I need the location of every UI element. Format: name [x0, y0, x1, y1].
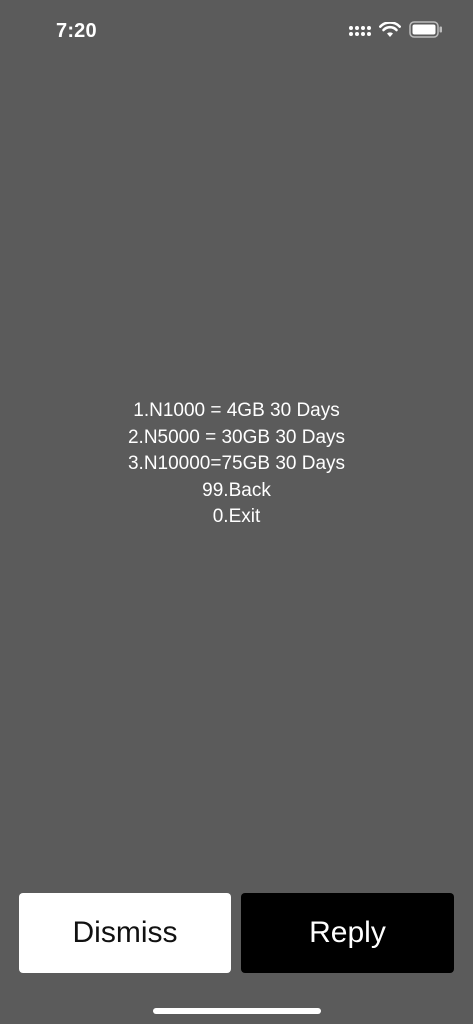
- reply-button[interactable]: Reply: [241, 893, 454, 973]
- dismiss-button[interactable]: Dismiss: [19, 893, 231, 973]
- status-bar: 7:20: [0, 0, 473, 60]
- wifi-icon: [379, 21, 401, 38]
- cellular-signal-icon: [349, 25, 371, 36]
- battery-icon: [409, 21, 443, 38]
- ussd-message: 1.N1000 = 4GB 30 Days 2.N5000 = 30GB 30 …: [0, 398, 473, 531]
- ussd-option-exit: 0.Exit: [212, 506, 261, 528]
- ussd-option-back: 99.Back: [202, 479, 271, 501]
- ussd-option-3: 3.N10000=75GB 30 Days: [127, 453, 346, 475]
- status-icons: [349, 21, 443, 38]
- ussd-option-1: 1.N1000 = 4GB 30 Days: [133, 400, 340, 421]
- status-time: 7:20: [56, 20, 97, 42]
- home-indicator[interactable]: [153, 1008, 321, 1014]
- action-buttons: Dismiss Reply: [19, 893, 454, 973]
- ussd-option-2: 2.N5000 = 30GB 30 Days: [127, 426, 346, 448]
